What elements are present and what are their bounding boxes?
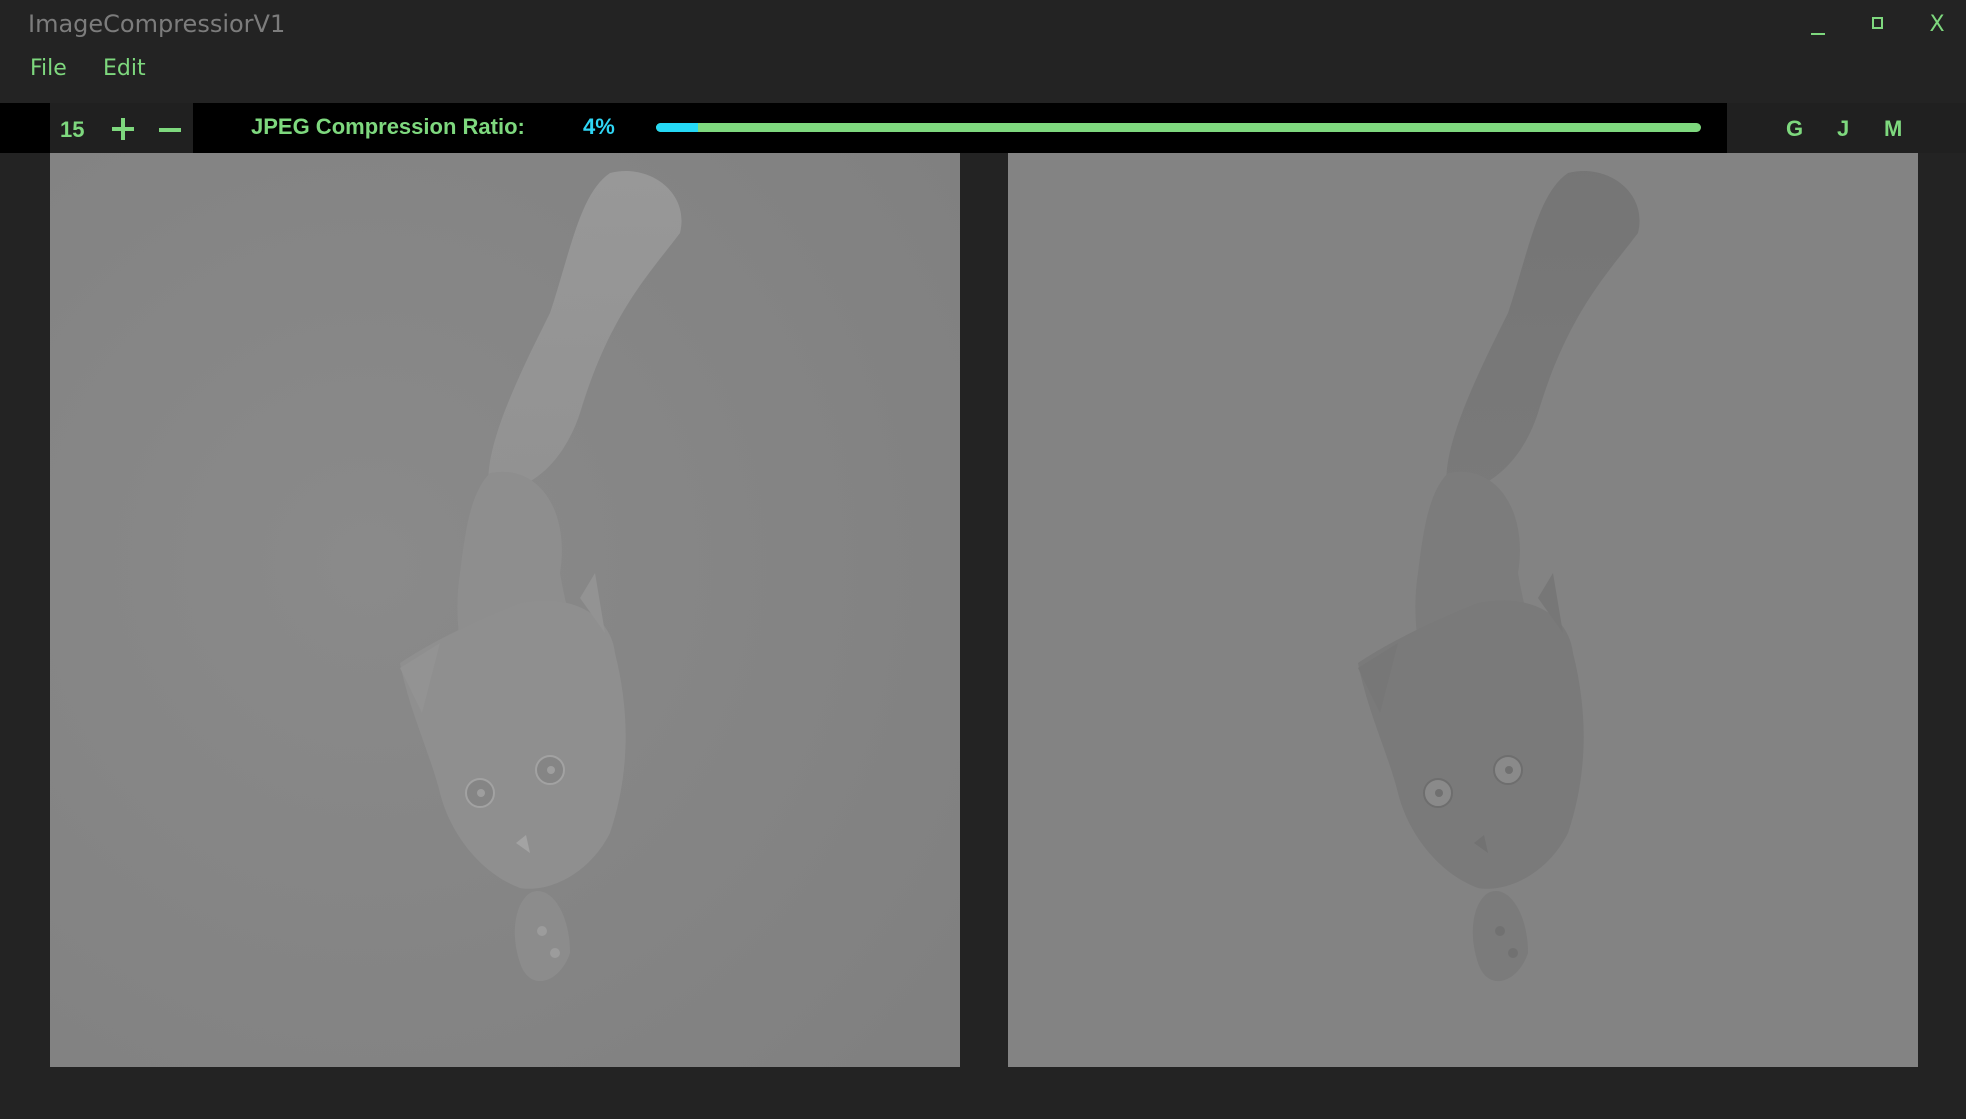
mode-j-button[interactable]: J	[1837, 116, 1849, 142]
original-cat-image	[50, 153, 960, 1067]
minimize-button[interactable]	[1797, 8, 1841, 42]
zoom-level: 15	[60, 117, 85, 142]
window-title: ImageCompressiorV1	[28, 10, 286, 38]
mode-m-button[interactable]: M	[1884, 116, 1902, 142]
minus-icon[interactable]	[156, 107, 186, 147]
mode-buttons: G J M	[1727, 103, 1966, 153]
zoom-controls: 15	[50, 103, 193, 153]
minimize-icon	[1811, 33, 1825, 35]
compressed-cat-image	[1008, 153, 1918, 1067]
maximize-button[interactable]	[1856, 8, 1900, 42]
menu-edit[interactable]: Edit	[103, 56, 146, 81]
compression-ratio-slider[interactable]	[656, 123, 1701, 132]
compression-ratio-label: JPEG Compression Ratio:	[251, 114, 525, 139]
menu-file[interactable]: File	[30, 56, 67, 81]
plus-icon[interactable]	[109, 107, 139, 147]
toolbar: 15 JPEG Compression Ratio: 4% G J M	[0, 103, 1966, 153]
mode-g-button[interactable]: G	[1786, 116, 1803, 142]
title-bar[interactable]: ImageCompressiorV1 X	[0, 0, 1966, 50]
app-window: ImageCompressiorV1 X File Edit 15 JPEG C…	[0, 0, 1966, 1119]
original-image-panel	[50, 153, 960, 1067]
maximize-icon	[1872, 17, 1883, 29]
compressed-image-panel	[1008, 153, 1918, 1067]
compression-ratio-value: 4%	[583, 114, 615, 139]
close-button[interactable]: X	[1915, 8, 1959, 42]
slider-fill	[656, 123, 698, 132]
